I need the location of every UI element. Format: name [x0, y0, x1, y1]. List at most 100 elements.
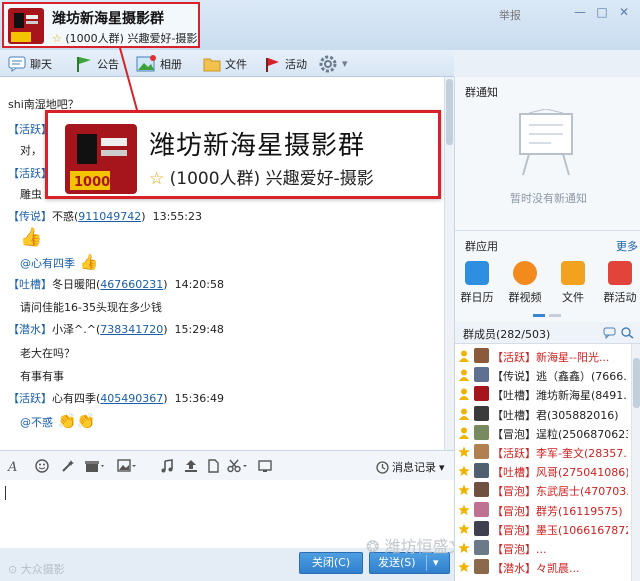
activity-flag-icon	[608, 261, 632, 285]
member-avatar	[474, 463, 489, 479]
chat-header: 【传说】不惑(911049742) 13:55:23	[8, 210, 202, 223]
tab-files[interactable]: 文件	[203, 53, 247, 74]
chat-mention: @心有四季 👍	[20, 253, 98, 271]
member-row[interactable]: 【冒泡】群芳(16119575)	[458, 500, 630, 520]
message-history-button[interactable]: 消息记录 ▾	[376, 459, 445, 475]
chat-header: 【活跃】心有四季(405490367) 15:36:49	[8, 392, 224, 405]
chat-message: 有事有事	[20, 370, 64, 383]
screen-icon[interactable]	[258, 459, 272, 473]
tab-album[interactable]: 相册	[136, 53, 182, 74]
member-row[interactable]: 【冒泡】...	[458, 538, 630, 558]
member-name: 【潜水】々凯晨...	[492, 562, 580, 576]
wechat-icon: ❂	[366, 537, 380, 556]
pin-flag-icon	[266, 57, 279, 72]
member-name: 【冒泡】东武居士(470703...	[492, 485, 628, 499]
member-scrollbar-thumb[interactable]	[633, 358, 640, 408]
member-row[interactable]: 【传说】逃（鑫鑫）(7666...	[458, 365, 630, 385]
sender-qq-link[interactable]: 911049742	[78, 210, 141, 223]
member-row[interactable]: 【活跃】李军-奎文(28357...	[458, 442, 630, 462]
tab-announcement[interactable]: 公告	[75, 53, 119, 74]
tab-activity[interactable]: 活动	[263, 53, 307, 74]
board-icon	[519, 109, 573, 176]
mention-link[interactable]: @不惑	[20, 416, 53, 429]
image-icon[interactable]	[117, 459, 137, 473]
member-row[interactable]: 【冒泡】墨玉(1066167872)	[458, 519, 630, 539]
tab-chat[interactable]: 聊天	[8, 53, 52, 74]
apps-more-link[interactable]: 更多	[616, 238, 638, 254]
member-avatar	[474, 348, 489, 363]
chat-message: 雕虫	[20, 188, 42, 201]
font-icon[interactable]: A	[7, 459, 21, 473]
app-files[interactable]: 文件	[553, 261, 593, 305]
chat-scrollbar-thumb[interactable]	[446, 79, 453, 145]
group-toolbar: 聊天 公告 相册 文件 活动 ▾	[0, 50, 454, 77]
tab-chat-label: 聊天	[30, 57, 52, 71]
restore-button[interactable]: □	[594, 5, 610, 19]
member-scrollbar[interactable]	[631, 344, 640, 581]
member-avatar	[474, 482, 489, 498]
minimize-button[interactable]: —	[572, 5, 588, 19]
emoji-icon[interactable]	[35, 459, 49, 473]
member-avatar	[474, 559, 489, 575]
music-icon[interactable]	[160, 459, 174, 473]
gift-icon[interactable]	[85, 459, 105, 473]
chat-scrollbar[interactable]	[444, 77, 454, 450]
app-activity[interactable]: 群活动	[600, 261, 640, 305]
member-avatar	[474, 424, 489, 440]
message-time: 15:36:49	[174, 392, 224, 405]
member-row[interactable]: 【冒泡】逞粒(2506870623)	[458, 423, 630, 443]
sender-qq-link[interactable]: 738341720	[100, 323, 163, 336]
close-window-button[interactable]: ✕	[616, 5, 632, 19]
photo-icon	[136, 54, 156, 71]
watermark-left-text: 大众摄影	[20, 563, 65, 576]
app-video[interactable]: 群视频	[505, 261, 545, 305]
person-icon	[459, 408, 469, 420]
group-notice-panel: 群通知 暂时没有新通知	[454, 77, 640, 230]
sender-name[interactable]: 不惑	[52, 210, 74, 223]
scissors-icon[interactable]	[227, 459, 249, 473]
history-label: 消息记录	[392, 461, 436, 474]
report-link[interactable]: 举报	[499, 7, 521, 23]
sender-name[interactable]: 小泽^.^	[52, 323, 96, 336]
search-icon[interactable]	[621, 327, 634, 339]
sender-name[interactable]: 冬日暖阳	[52, 278, 96, 291]
mention-link[interactable]: @心有四季	[20, 257, 75, 270]
app-calendar-label: 群日历	[460, 291, 494, 304]
member-row[interactable]: 【冒泡】东武居士(470703...	[458, 480, 630, 500]
member-avatar	[474, 386, 489, 402]
folder-icon	[561, 261, 585, 285]
chat-emoji: 👍	[75, 253, 99, 271]
group-logo-icon: 1000	[70, 134, 127, 190]
sender-qq-link[interactable]: 405490367	[100, 392, 163, 405]
group-name-large: 潍坊新海星摄影群	[149, 131, 366, 161]
member-row[interactable]: 【吐槽】风哥(275041086)	[458, 461, 630, 481]
group-avatar[interactable]	[8, 8, 44, 44]
member-badge: 【活跃】	[8, 392, 52, 405]
member-name: 【活跃】新海星--阳光...	[492, 351, 610, 364]
upload-icon[interactable]	[184, 459, 198, 473]
member-row[interactable]: 【吐槽】君(305882016)	[458, 404, 630, 424]
star-icon	[458, 484, 470, 496]
chat-message: 对，	[20, 144, 42, 157]
star-icon	[458, 446, 470, 457]
settings-menu[interactable]: ▾	[318, 53, 348, 74]
member-row[interactable]: 【活跃】新海星--阳光...	[458, 346, 630, 366]
members-title: 群成员(282/503)	[463, 328, 551, 341]
notice-title: 群通知	[465, 86, 498, 99]
sender-name[interactable]: 心有四季	[52, 392, 96, 405]
message-time: 15:29:48	[174, 323, 224, 336]
member-avatar	[474, 501, 489, 517]
group-title-callout: 1000 潍坊新海星摄影群 ☆ (1000人群) 兴趣爱好-摄影	[45, 110, 441, 199]
watermark-left: ⊙ 大众摄影	[8, 561, 65, 577]
message-time: 14:20:58	[174, 278, 224, 291]
close-button[interactable]: 关闭(C)	[299, 552, 363, 574]
input-toolbar: A 消息记录 ▾	[0, 450, 454, 480]
chat-header: 【吐槽】冬日暖阳(467660231) 14:20:58	[8, 278, 224, 291]
chat-mini-icon[interactable]	[603, 327, 616, 339]
file-icon[interactable]	[206, 459, 220, 473]
app-calendar[interactable]: 群日历	[457, 261, 497, 305]
sender-qq-link[interactable]: 467660231	[100, 278, 163, 291]
member-row[interactable]: 【吐槽】潍坊新海星(8491...	[458, 384, 630, 404]
magic-icon[interactable]	[61, 459, 75, 473]
member-row[interactable]: 【潜水】々凯晨...	[458, 557, 630, 577]
